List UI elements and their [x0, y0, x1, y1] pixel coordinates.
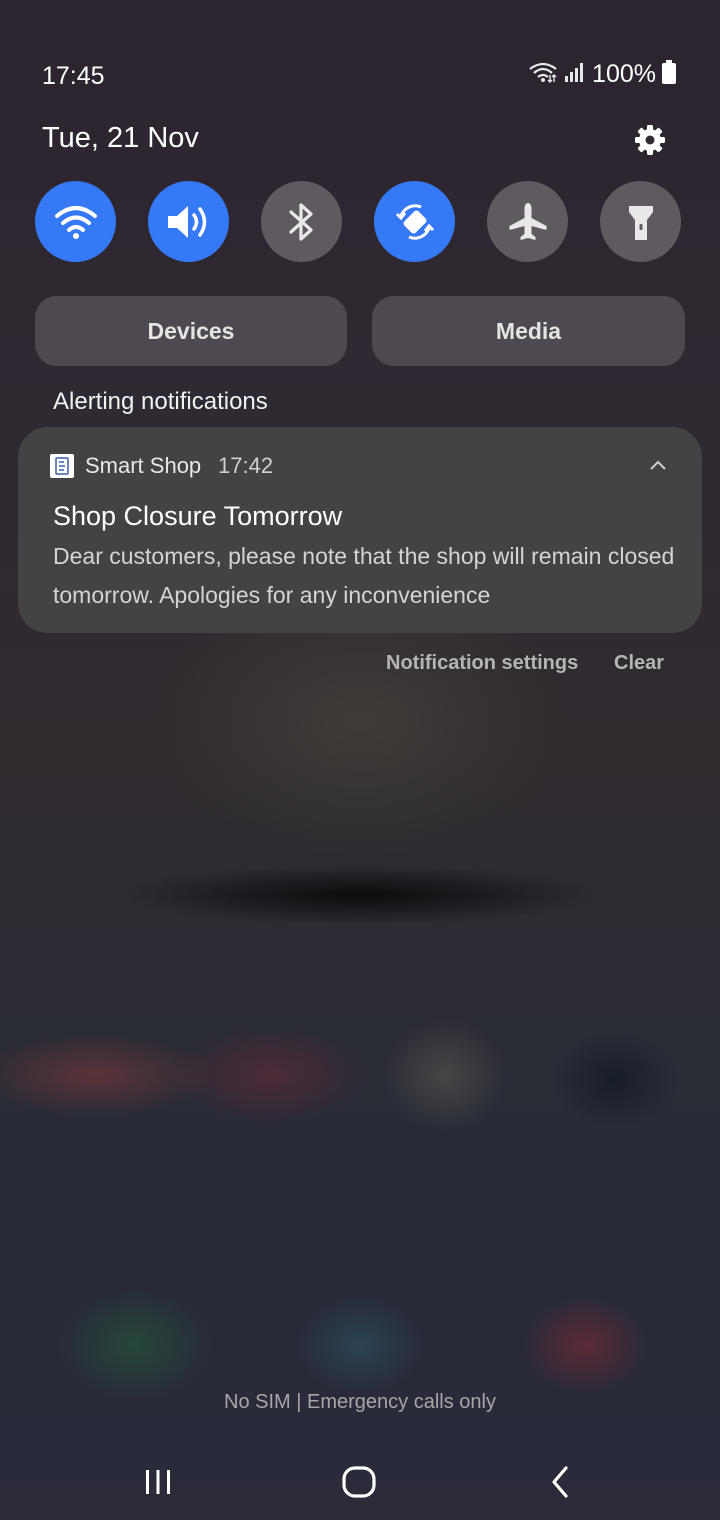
back-button[interactable] [536, 1462, 586, 1502]
home-button[interactable] [334, 1462, 384, 1502]
panel-date: Tue, 21 Nov [42, 122, 199, 154]
notification-app-name: Smart Shop [85, 453, 202, 478]
quick-toggle-flashlight[interactable] [600, 181, 681, 262]
bluetooth-icon [288, 202, 313, 241]
quick-toggle-sound[interactable] [148, 181, 229, 262]
sim-status: No SIM | Emergency calls only [224, 1391, 496, 1413]
notification-time: 17:42 [218, 453, 274, 478]
app-icon [50, 454, 74, 478]
rotate-icon [395, 203, 434, 240]
status-icons: 100% [528, 60, 676, 89]
clear-button[interactable]: Clear [614, 652, 664, 675]
gear-icon[interactable] [632, 122, 668, 158]
wifi-icon [528, 61, 558, 88]
recent-apps-button[interactable] [133, 1462, 183, 1502]
volume-icon [167, 205, 206, 238]
flashlight-icon [628, 205, 653, 240]
chevron-up-icon[interactable] [648, 455, 668, 475]
status-time: 17:45 [42, 62, 105, 90]
status-bar: 17:45 100% [0, 0, 720, 110]
media-button[interactable]: Media [372, 296, 685, 366]
navigation-bar [0, 1450, 720, 1510]
home-icon [342, 1466, 376, 1498]
notification-card[interactable]: Smart Shop 17:42 Shop Closure Tomorrow D… [18, 427, 702, 633]
battery-percent: 100% [592, 60, 656, 88]
cell-signal-icon [564, 61, 586, 88]
battery-full-icon [662, 60, 676, 89]
notification-settings-button[interactable]: Notification settings [386, 652, 578, 675]
quick-toggle-airplane-mode[interactable] [487, 181, 568, 262]
notification-body: Dear customers, please note that the sho… [53, 543, 675, 608]
devices-button[interactable]: Devices [35, 296, 347, 366]
quick-toggle-auto-rotate[interactable] [374, 181, 455, 262]
section-title: Alerting notifications [53, 388, 268, 415]
back-icon [552, 1466, 568, 1498]
quick-settings-row [0, 181, 720, 263]
quick-toggle-wifi[interactable] [35, 181, 116, 262]
wifi-icon [54, 205, 97, 239]
airplane-icon [509, 202, 546, 240]
quick-toggle-bluetooth[interactable] [261, 181, 342, 262]
notification-title: Shop Closure Tomorrow [53, 501, 343, 531]
recent-apps-icon [146, 1470, 170, 1494]
